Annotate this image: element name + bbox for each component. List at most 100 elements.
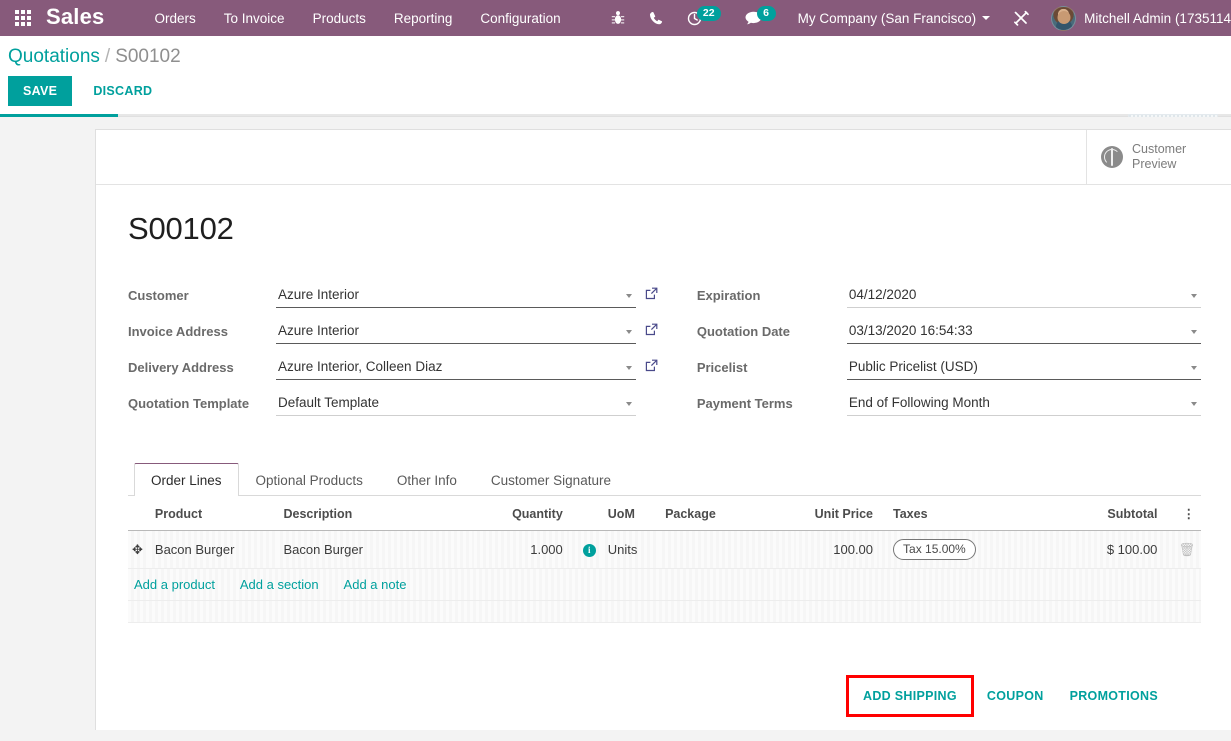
- coupon-button[interactable]: COUPON: [974, 680, 1057, 712]
- promotions-button[interactable]: PROMOTIONS: [1057, 680, 1171, 712]
- expiration-input[interactable]: 04/12/2020: [846, 285, 1201, 308]
- field-row-quotation-date: Quotation Date 03/13/2020 16:54:33: [697, 321, 1201, 346]
- activity-count-badge: 22: [696, 5, 721, 21]
- col-uom: UoM: [601, 496, 660, 531]
- invoice-address-input[interactable]: Azure Interior: [276, 321, 636, 344]
- field-row-customer: Customer Azure Interior: [128, 285, 662, 310]
- control-panel: Quotations / S00102 SAVE DISCARD: [0, 36, 1231, 114]
- drag-handle-icon[interactable]: ✥: [128, 530, 149, 569]
- trash-icon[interactable]: 🗑: [1178, 542, 1195, 558]
- form-column-right: Expiration 04/12/2020 Quotation Date 03/…: [697, 285, 1201, 429]
- invoice-address-external-link-icon[interactable]: [636, 321, 662, 336]
- user-menu[interactable]: Mitchell Admin (1735114: [1043, 5, 1231, 31]
- save-button[interactable]: SAVE: [8, 76, 73, 106]
- add-a-note-link[interactable]: Add a note: [344, 577, 407, 592]
- customer-preview-line1: Customer: [1132, 142, 1187, 156]
- add-a-section-link[interactable]: Add a section: [240, 577, 319, 592]
- customer-external-link-icon[interactable]: [636, 285, 662, 300]
- cell-uom[interactable]: Units: [601, 530, 660, 569]
- col-quantity-info-spacer: [568, 496, 602, 531]
- quotation-date-value: 03/13/2020 16:54:33: [848, 323, 973, 338]
- delivery-address-value: Azure Interior, Colleen Diaz: [278, 359, 443, 374]
- chevron-down-icon: [1191, 402, 1197, 406]
- label-quotation-date: Quotation Date: [696, 324, 790, 339]
- quotation-template-input[interactable]: Default Template: [276, 393, 636, 416]
- label-payment-terms: Payment Terms: [696, 396, 793, 411]
- label-delivery-address: Delivery Address: [128, 360, 234, 375]
- order-lines-table: Product Description Quantity UoM Package…: [128, 496, 1201, 601]
- cell-description[interactable]: Bacon Burger: [277, 530, 475, 569]
- cell-package[interactable]: [659, 530, 797, 569]
- discard-button[interactable]: DISCARD: [78, 76, 167, 106]
- customer-preview-label: Customer Preview: [1132, 142, 1186, 172]
- table-row[interactable]: ✥ Bacon Burger Bacon Burger 1.000 i Unit…: [128, 530, 1201, 569]
- company-name: My Company (San Francisco): [797, 10, 977, 26]
- messages-count-badge: 6: [756, 5, 776, 21]
- notebook: Order Lines Optional Products Other Info…: [128, 463, 1201, 623]
- customer-value: Azure Interior: [278, 287, 360, 302]
- quotation-date-input[interactable]: 03/13/2020 16:54:33: [846, 321, 1201, 344]
- field-row-invoice-address: Invoice Address Azure Interior: [128, 321, 662, 346]
- systray: 22 6: [599, 0, 788, 36]
- messages-icon[interactable]: 6: [733, 0, 788, 36]
- developer-tools-icon[interactable]: [1000, 10, 1043, 27]
- menu-item-to-invoice[interactable]: To Invoice: [210, 2, 299, 35]
- form-sheet: Customer Preview S00102 Customer Azure I…: [95, 129, 1231, 730]
- activity-clock-icon[interactable]: 22: [675, 0, 733, 36]
- tab-other-info[interactable]: Other Info: [380, 463, 474, 496]
- phone-icon[interactable]: [637, 0, 675, 36]
- payment-terms-input[interactable]: End of Following Month: [846, 393, 1201, 416]
- chevron-down-icon: [625, 330, 632, 334]
- label-pricelist: Pricelist: [696, 360, 748, 375]
- tab-order-lines[interactable]: Order Lines: [134, 463, 239, 496]
- delivery-address-external-link-icon[interactable]: [636, 357, 662, 372]
- chevron-down-icon: [982, 16, 991, 20]
- breadcrumb: Quotations / S00102: [0, 36, 1231, 70]
- cell-taxes[interactable]: Tax 15.00%: [879, 530, 1074, 569]
- bug-icon[interactable]: [599, 0, 637, 36]
- add-links-cell: Add a product Add a section Add a note: [128, 568, 1201, 601]
- chevron-down-icon: [625, 294, 632, 298]
- cell-quantity-info: i: [568, 530, 602, 569]
- company-switcher[interactable]: My Company (San Francisco): [788, 11, 1001, 26]
- column-options-icon[interactable]: ⋮: [1163, 496, 1201, 531]
- chevron-down-icon: [1191, 330, 1197, 334]
- add-shipping-highlight: ADD SHIPPING: [846, 675, 974, 717]
- cell-quantity[interactable]: 1.000: [474, 530, 569, 569]
- field-row-expiration: Expiration 04/12/2020: [697, 285, 1201, 310]
- record-actions: SAVE DISCARD: [0, 70, 1231, 114]
- chevron-down-icon: [1191, 366, 1197, 370]
- cell-delete: 🗑: [1163, 530, 1201, 569]
- pricelist-value: Public Pricelist (USD): [848, 359, 978, 374]
- payment-terms-value: End of Following Month: [848, 395, 990, 410]
- tab-optional-products[interactable]: Optional Products: [239, 463, 380, 496]
- stat-button-bar: Customer Preview: [96, 130, 1231, 185]
- add-a-product-link[interactable]: Add a product: [134, 577, 215, 592]
- col-subtotal: Subtotal: [1073, 496, 1164, 531]
- table-header-row: Product Description Quantity UoM Package…: [128, 496, 1201, 531]
- add-shipping-button[interactable]: ADD SHIPPING: [849, 678, 971, 714]
- tab-customer-signature[interactable]: Customer Signature: [474, 463, 628, 496]
- customer-preview-button[interactable]: Customer Preview: [1086, 130, 1231, 184]
- breadcrumb-separator: /: [104, 46, 111, 67]
- cell-product[interactable]: Bacon Burger: [148, 530, 278, 569]
- page-title: S00102: [128, 211, 234, 246]
- tax-badge: Tax 15.00%: [893, 539, 976, 560]
- top-navbar: Sales Orders To Invoice Products Reporti…: [0, 0, 1231, 36]
- menu-item-configuration[interactable]: Configuration: [466, 2, 574, 35]
- expiration-value: 04/12/2020: [848, 287, 917, 302]
- cell-unit-price[interactable]: 100.00: [796, 530, 880, 569]
- app-brand-sales[interactable]: Sales: [46, 6, 105, 30]
- info-icon[interactable]: i: [582, 544, 596, 558]
- apps-grid-icon[interactable]: [0, 0, 46, 36]
- menu-item-orders[interactable]: Orders: [141, 2, 210, 35]
- order-lines-header: Product Description Quantity UoM Package…: [128, 496, 1201, 531]
- sheet-wrapper: Customer Preview S00102 Customer Azure I…: [95, 129, 1231, 730]
- pricelist-input[interactable]: Public Pricelist (USD): [846, 357, 1201, 380]
- menu-item-reporting[interactable]: Reporting: [380, 2, 467, 35]
- form-column-left: Customer Azure Interior Invoice Address …: [128, 285, 662, 429]
- menu-item-products[interactable]: Products: [299, 2, 380, 35]
- delivery-address-input[interactable]: Azure Interior, Colleen Diaz: [276, 357, 636, 380]
- breadcrumb-quotations-link[interactable]: Quotations: [8, 46, 100, 67]
- customer-input[interactable]: Azure Interior: [276, 285, 636, 308]
